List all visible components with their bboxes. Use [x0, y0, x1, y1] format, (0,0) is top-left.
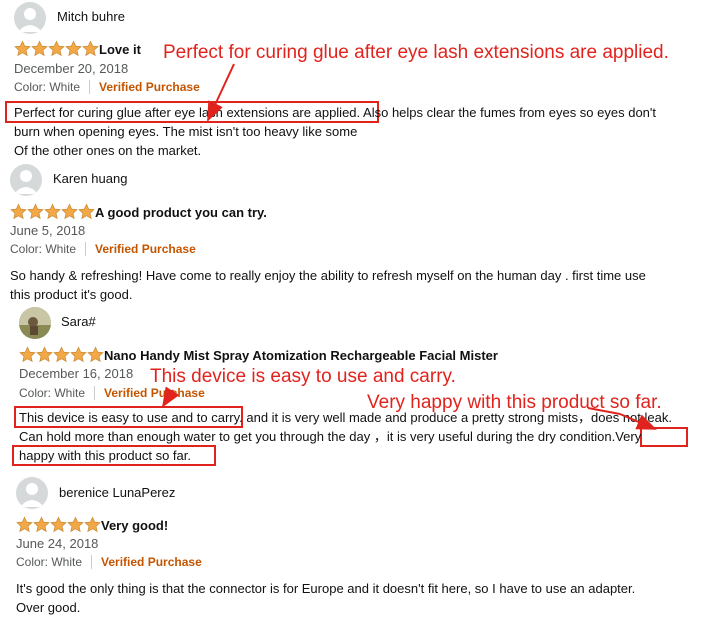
star-icon	[70, 346, 87, 363]
star-icon	[16, 516, 33, 533]
verified-purchase-badge: Verified Purchase	[99, 80, 200, 94]
review-body-highlight: Perfect for curing glue after eye lash e…	[14, 105, 361, 120]
review-date: June 5, 2018	[10, 223, 86, 238]
review-meta: Color: White Verified Purchase	[14, 80, 200, 94]
annotation-callout: Perfect for curing glue after eye lash e…	[163, 42, 669, 63]
review-date: December 16, 2018	[19, 366, 134, 381]
verified-purchase-badge: Verified Purchase	[104, 386, 205, 400]
color-variant: Color: White	[19, 386, 86, 400]
reviewer-name[interactable]: Mitch buhre	[57, 9, 125, 24]
review-title[interactable]: Very good!	[101, 518, 168, 533]
color-variant: Color: White	[14, 80, 81, 94]
star-icon	[84, 516, 101, 533]
verified-purchase-badge: Verified Purchase	[101, 555, 202, 569]
avatar[interactable]	[19, 307, 51, 339]
review-title[interactable]: A good product you can try.	[95, 205, 267, 220]
annotation-callout: Very happy with this product so far.	[367, 392, 662, 413]
star-icon	[67, 516, 84, 533]
review-body-text: burn when opening eyes. The mist isn't t…	[14, 124, 358, 139]
review-body: It's good the only thing is that the con…	[16, 579, 700, 617]
star-icon	[61, 203, 78, 220]
star-icon	[82, 40, 99, 57]
review-title[interactable]: Love it	[99, 42, 141, 57]
divider	[91, 555, 93, 569]
star-icon	[36, 346, 53, 363]
review-date: June 24, 2018	[16, 536, 99, 551]
reviewer-name[interactable]: Karen huang	[53, 171, 127, 186]
review-body-highlight: Very	[615, 429, 642, 444]
star-rating	[19, 346, 104, 363]
review-body-text: Over good.	[16, 600, 81, 615]
star-icon	[53, 346, 70, 363]
divider	[85, 242, 87, 256]
review-body-text: Can hold more than enough water to get y…	[19, 429, 616, 444]
star-icon	[10, 203, 27, 220]
review-body-text: Also helps clear the fumes from eyes so …	[360, 105, 657, 120]
star-rating	[14, 40, 99, 57]
star-icon	[33, 516, 50, 533]
review-body: Perfect for curing glue after eye lash e…	[14, 103, 694, 160]
star-icon	[50, 516, 67, 533]
star-rating	[16, 516, 101, 533]
review-body-text: It's good the only thing is that the con…	[16, 581, 636, 596]
star-icon	[87, 346, 104, 363]
star-icon	[65, 40, 82, 57]
color-variant: Color: White	[16, 555, 83, 569]
review-body-highlight: This device is easy to use and to carry.	[19, 410, 243, 425]
star-rating	[10, 203, 95, 220]
review-body-text: this product it's good.	[10, 287, 133, 302]
avatar[interactable]	[10, 164, 42, 196]
star-icon	[48, 40, 65, 57]
annotation-callout: This device is easy to use and carry.	[150, 366, 456, 387]
star-icon	[31, 40, 48, 57]
star-icon	[27, 203, 44, 220]
review-meta: Color: White Verified Purchase	[16, 555, 202, 569]
review-body: This device is easy to use and to carry.…	[19, 408, 703, 465]
review-meta: Color: White Verified Purchase	[10, 242, 196, 256]
divider	[94, 386, 96, 400]
star-icon	[44, 203, 61, 220]
review-meta: Color: White Verified Purchase	[19, 386, 205, 400]
review-body-highlight: happy with this product so far.	[19, 448, 191, 463]
avatar[interactable]	[14, 2, 46, 34]
avatar[interactable]	[16, 477, 48, 509]
reviewer-name[interactable]: berenice LunaPerez	[59, 485, 175, 500]
reviewer-name[interactable]: Sara#	[61, 314, 96, 329]
review-date: December 20, 2018	[14, 61, 129, 76]
divider	[89, 80, 91, 94]
review-body-text: So handy & refreshing! Have come to real…	[10, 268, 646, 283]
verified-purchase-badge: Verified Purchase	[95, 242, 196, 256]
review-body: So handy & refreshing! Have come to real…	[10, 266, 700, 304]
star-icon	[78, 203, 95, 220]
star-icon	[19, 346, 36, 363]
review-title[interactable]: Nano Handy Mist Spray Atomization Rechar…	[104, 348, 498, 363]
review-body-text: Of the other ones on the market.	[14, 143, 202, 158]
color-variant: Color: White	[10, 242, 77, 256]
star-icon	[14, 40, 31, 57]
